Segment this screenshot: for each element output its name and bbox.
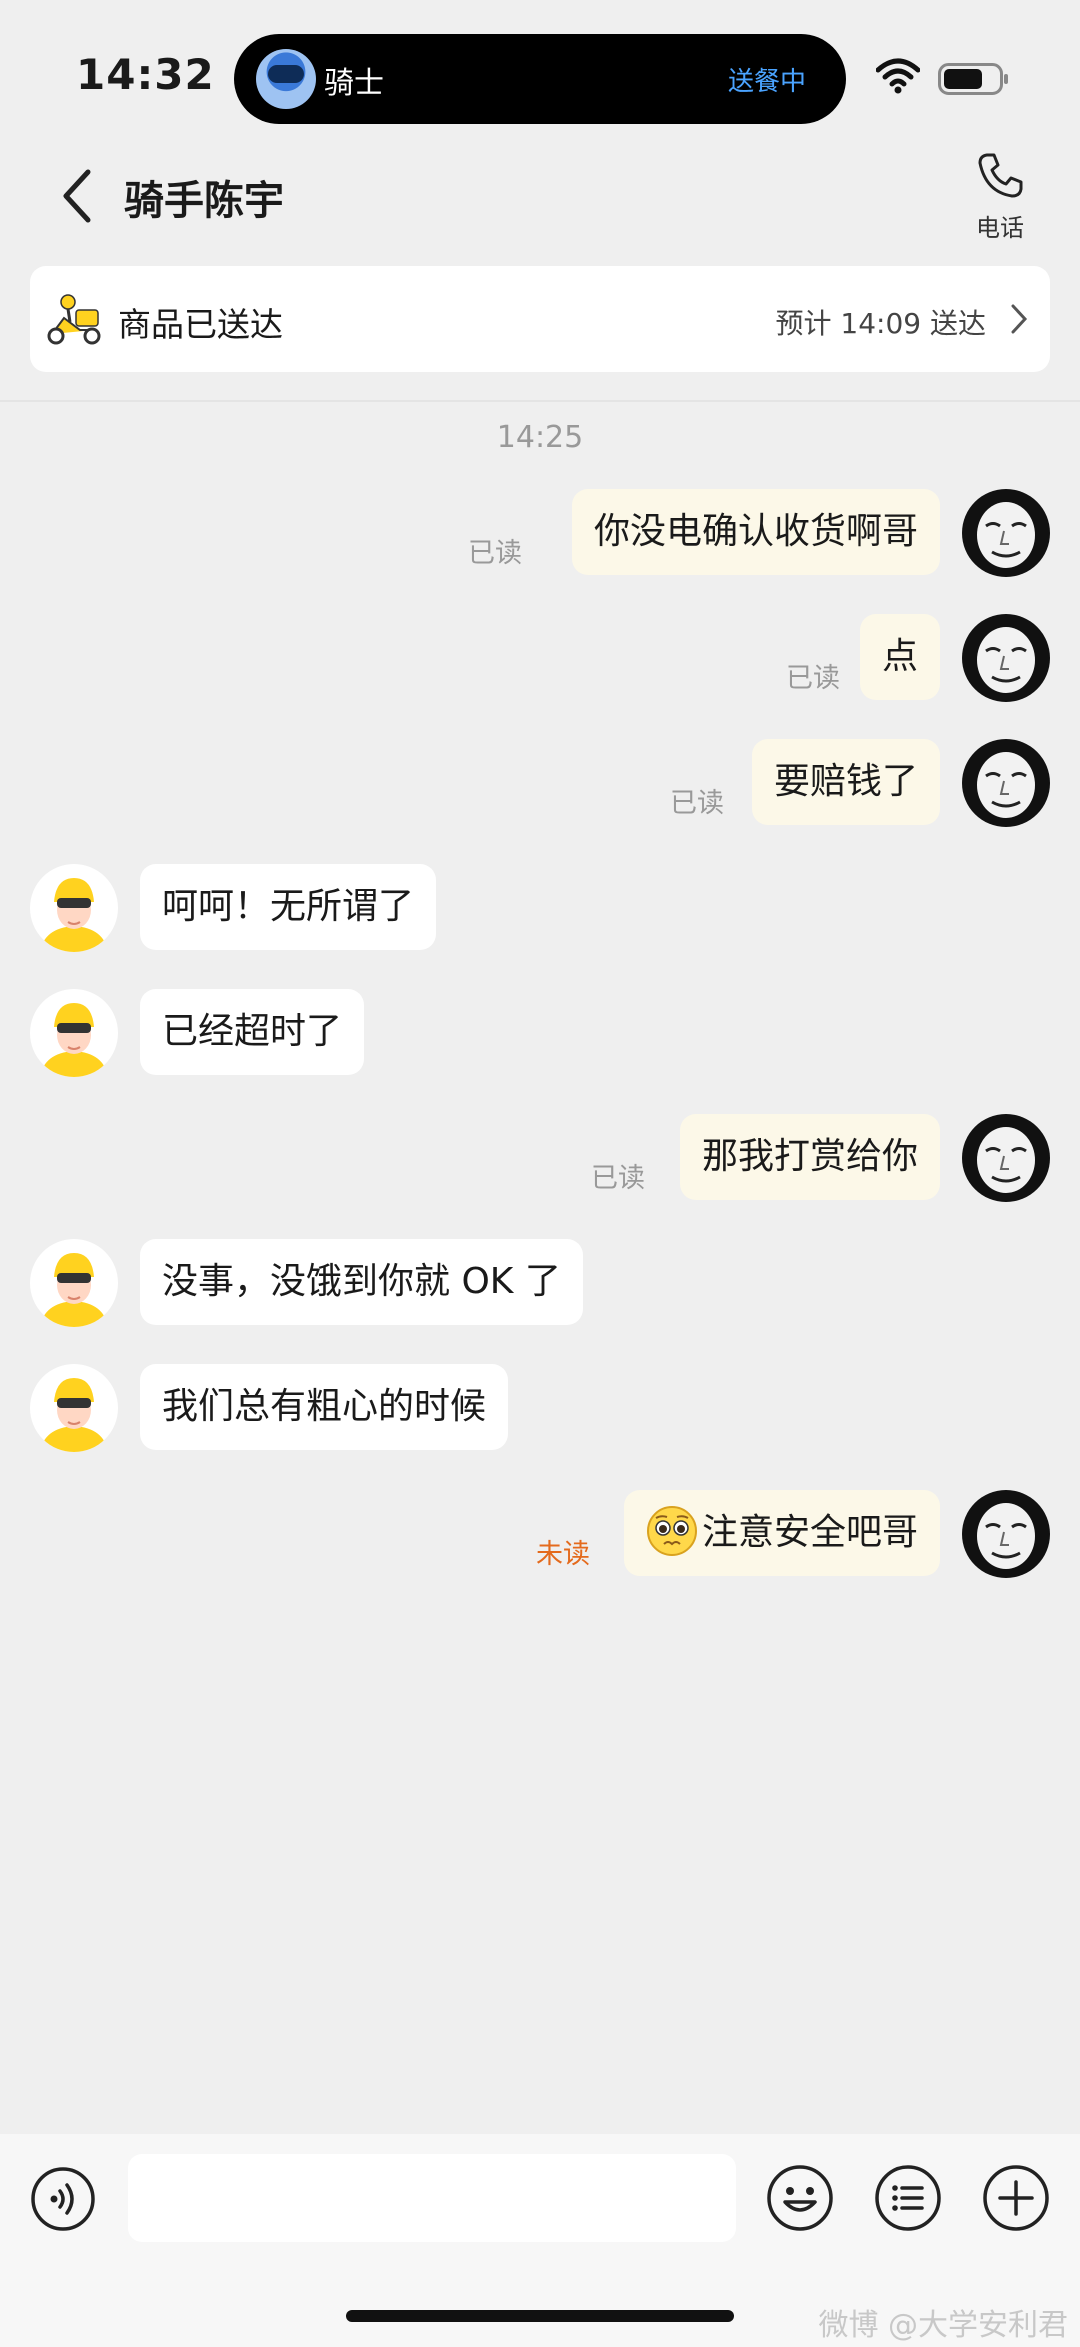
wifi-icon	[876, 58, 920, 94]
message-row: 已读 点	[0, 614, 1080, 710]
avatar-me[interactable]	[962, 489, 1050, 577]
delivery-scooter-icon	[47, 294, 101, 345]
avatar-me[interactable]	[962, 614, 1050, 702]
meme-face-icon	[962, 1114, 1050, 1202]
meme-face-icon	[962, 489, 1050, 577]
meme-face-icon	[962, 614, 1050, 702]
rider-helmet-icon	[256, 49, 316, 109]
voice-input-icon[interactable]	[30, 2166, 96, 2232]
status-bar: 14:32 骑士 送餐中	[0, 0, 1080, 150]
chat-timestamp: 14:25	[496, 420, 584, 455]
message-row: 我们总有粗心的时候	[0, 1364, 1080, 1460]
message-bubble[interactable]: 呵呵！无所谓了	[140, 864, 437, 950]
avatar-rider[interactable]	[30, 864, 118, 952]
message-row: 呵呵！无所谓了	[0, 864, 1080, 960]
pleading-face-icon	[646, 1506, 697, 1556]
message-bubble[interactable]: 注意安全吧哥	[623, 1490, 940, 1576]
avatar-me[interactable]	[962, 739, 1050, 827]
message-row: 没事，没饿到你就 OK 了	[0, 1239, 1080, 1335]
order-eta: 预计 14:09 送达	[775, 307, 987, 340]
message-bubble[interactable]: 你没电确认收货啊哥	[571, 489, 940, 575]
order-status-card[interactable]: 商品已送达 预计 14:09 送达	[30, 266, 1050, 372]
message-row: 已读 你没电确认收货啊哥	[0, 489, 1080, 585]
avatar-rider[interactable]	[30, 1364, 118, 1452]
message-input[interactable]	[128, 2154, 736, 2242]
message-row: 已经超时了	[0, 989, 1080, 1085]
message-row: 已读 要赔钱了	[0, 739, 1080, 835]
back-arrow-icon[interactable]	[56, 166, 100, 226]
dynamic-island-live-activity[interactable]: 骑士 送餐中	[234, 34, 846, 124]
read-status: 已读	[468, 538, 522, 569]
message-row: 未读 注意安全吧哥	[0, 1490, 1080, 1586]
message-bubble[interactable]: 没事，没饿到你就 OK 了	[140, 1239, 583, 1325]
unread-status: 未读	[536, 1539, 590, 1570]
message-bubble[interactable]: 我们总有粗心的时候	[140, 1364, 509, 1450]
chat-header: 骑手陈宇 电话	[0, 150, 1080, 260]
live-activity-name: 骑士	[324, 66, 384, 101]
message-bubble[interactable]: 要赔钱了	[751, 739, 940, 825]
message-bubble[interactable]: 那我打赏给你	[679, 1114, 940, 1200]
home-indicator[interactable]	[346, 2310, 734, 2322]
rider-avatar-icon	[30, 1239, 118, 1327]
message-row: 已读 那我打赏给你	[0, 1114, 1080, 1210]
phone-icon	[978, 153, 1023, 198]
rider-avatar-icon	[30, 1364, 118, 1452]
read-status: 已读	[786, 663, 840, 694]
plus-icon[interactable]	[982, 2164, 1050, 2232]
watermark: 微博 @大学安利君	[818, 2308, 1068, 2343]
read-status: 已读	[591, 1163, 645, 1194]
avatar-rider[interactable]	[30, 989, 118, 1077]
quick-phrases-icon[interactable]	[874, 2164, 942, 2232]
order-status-text: 商品已送达	[118, 305, 283, 344]
message-text: 注意安全吧哥	[701, 1512, 918, 1553]
rider-avatar-icon	[30, 864, 118, 952]
meme-face-icon	[962, 1490, 1050, 1578]
divider	[0, 400, 1080, 402]
avatar-rider[interactable]	[30, 1239, 118, 1327]
message-bubble[interactable]: 已经超时了	[140, 989, 365, 1075]
status-time: 14:32	[76, 50, 215, 99]
call-label: 电话	[976, 214, 1024, 242]
emoji-picker-icon[interactable]	[766, 2164, 834, 2232]
message-bubble[interactable]: 点	[859, 614, 940, 700]
chevron-right-icon	[1011, 304, 1028, 334]
avatar-me[interactable]	[962, 1114, 1050, 1202]
rider-avatar-icon	[30, 989, 118, 1077]
live-activity-status: 送餐中	[727, 67, 806, 97]
avatar-me[interactable]	[962, 1490, 1050, 1578]
page-title: 骑手陈宇	[124, 178, 284, 224]
meme-face-icon	[962, 739, 1050, 827]
battery-icon	[938, 63, 1008, 95]
call-button[interactable]: 电话	[960, 150, 1040, 250]
read-status: 已读	[670, 788, 724, 819]
